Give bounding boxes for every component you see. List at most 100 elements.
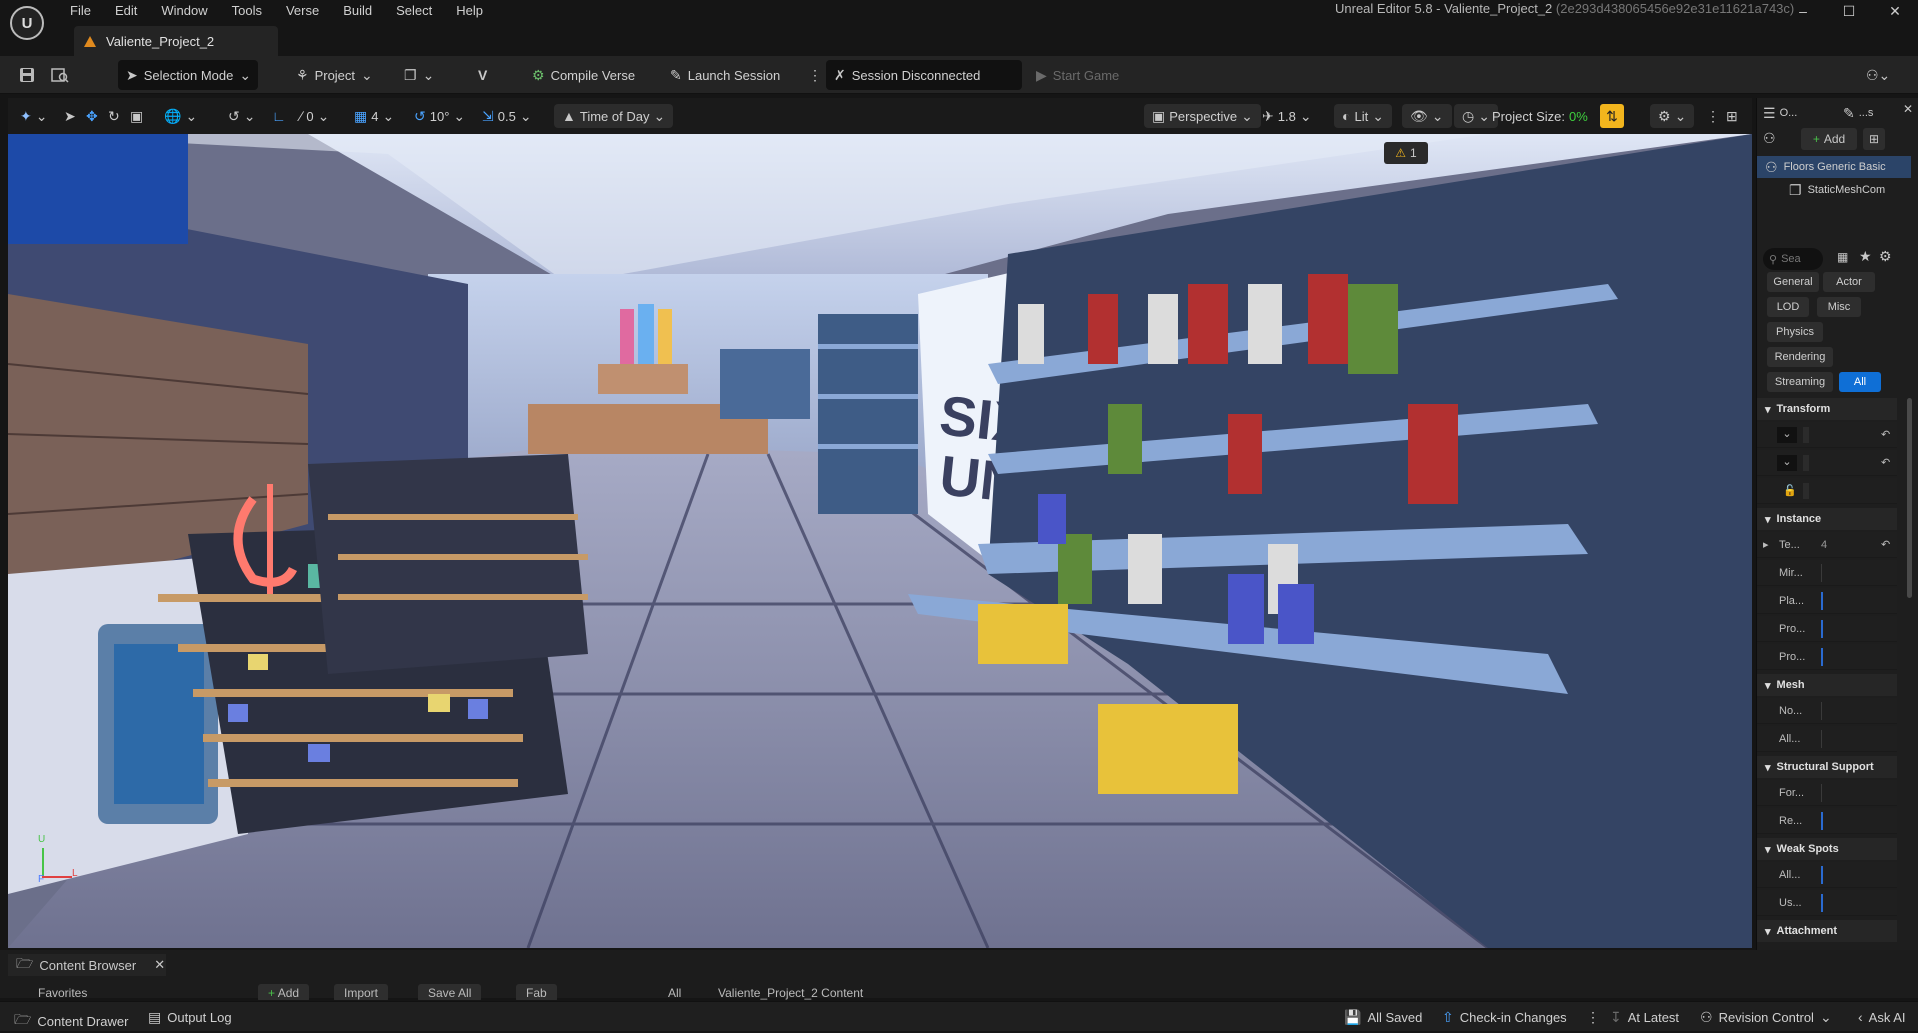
project-dropdown[interactable]: ⚘ Project ⌄: [296, 60, 373, 90]
star-icon[interactable]: ★: [1859, 248, 1872, 265]
viewport-settings-dropdown[interactable]: ⚙ ⌄: [1650, 104, 1695, 128]
camera-speed-dropdown[interactable]: ✈ 1.8 ⌄: [1262, 104, 1312, 128]
cb-save-all-button[interactable]: Save All: [418, 984, 482, 1000]
rotate-tool-icon[interactable]: ↻: [108, 104, 120, 128]
content-browser-tab[interactable]: 🗁 Content Browser ✕: [8, 954, 166, 976]
filter-all[interactable]: All: [1839, 372, 1881, 392]
unreal-logo-icon[interactable]: U: [10, 6, 44, 40]
snap-icon[interactable]: ∟: [272, 104, 286, 128]
details-search-input[interactable]: ⚲ Sea: [1763, 248, 1823, 270]
dropdown-icon[interactable]: ⌄: [1777, 454, 1797, 471]
add-content-dropdown[interactable]: ❐ ⌄: [404, 60, 434, 90]
filter-lod[interactable]: LOD: [1767, 297, 1809, 317]
transform-scale-row[interactable]: 🔓: [1757, 478, 1897, 504]
all-saved-indicator[interactable]: 💾 All Saved: [1344, 1009, 1422, 1026]
weakspot-row[interactable]: All...: [1757, 862, 1897, 888]
maximize-icon[interactable]: ☐: [1826, 0, 1872, 22]
instance-row[interactable]: Pro...: [1757, 616, 1897, 642]
add-component-button[interactable]: + Add: [1801, 128, 1857, 150]
cb-fab-button[interactable]: Fab: [516, 984, 557, 1000]
grid-snap-dropdown[interactable]: ▦ 4 ⌄: [354, 104, 394, 128]
reset-icon[interactable]: ↶: [1881, 428, 1890, 441]
menu-tools[interactable]: Tools: [220, 0, 274, 22]
instance-row[interactable]: Mir...: [1757, 560, 1897, 586]
transform-mode-icon[interactable]: ✦ ⌄: [20, 104, 47, 128]
output-log-button[interactable]: ▤ Output Log: [148, 1009, 232, 1026]
filter-physics[interactable]: Physics: [1767, 322, 1823, 342]
section-structural-support[interactable]: ▾ Structural Support: [1757, 756, 1897, 778]
lock-icon[interactable]: 🔓: [1783, 484, 1797, 497]
more-options-icon[interactable]: ⋮: [1706, 104, 1720, 128]
compile-verse-button[interactable]: ⚙ Compile Verse: [532, 60, 635, 90]
time-of-day-dropdown[interactable]: ▲ Time of Day ⌄: [554, 104, 674, 128]
browse-icon[interactable]: [50, 60, 70, 90]
warnings-badge[interactable]: ⚠ 1: [1384, 142, 1428, 164]
cb-path-project[interactable]: Valiente_Project_2 Content: [718, 986, 863, 1000]
blueprint-icon[interactable]: ⊞: [1863, 128, 1885, 150]
surface-snap-icon[interactable]: ↺ ⌄: [228, 104, 255, 128]
tree-item-floors[interactable]: ⚇ Floors Generic Basic: [1757, 156, 1911, 178]
menu-verse[interactable]: Verse: [274, 0, 331, 22]
section-weak-spots[interactable]: ▾ Weak Spots: [1757, 838, 1897, 860]
menu-edit[interactable]: Edit: [103, 0, 149, 22]
close-panel-icon[interactable]: ✕: [1903, 102, 1913, 116]
project-tab[interactable]: Valiente_Project_2: [74, 26, 278, 56]
ask-ai-button[interactable]: ‹ Ask AI: [1858, 1009, 1906, 1025]
filter-misc[interactable]: Misc: [1817, 297, 1861, 317]
close-icon[interactable]: ✕: [1872, 0, 1918, 22]
start-game-button[interactable]: ▶ Start Game: [1036, 60, 1119, 90]
level-viewport[interactable]: SIX FO UND ⚠ 1 U L F: [8, 134, 1752, 948]
filter-actor[interactable]: Actor: [1823, 272, 1875, 292]
section-attachment[interactable]: ▾ Attachment: [1757, 920, 1897, 942]
outliner-tab-header[interactable]: ☰ O...: [1757, 102, 1918, 124]
at-latest-indicator[interactable]: ↧ At Latest: [1610, 1009, 1679, 1026]
instance-row[interactable]: Pro...: [1757, 644, 1897, 670]
tree-item-staticmesh[interactable]: ❐ StaticMeshCom: [1757, 180, 1918, 200]
show-flags-dropdown[interactable]: 👁 ⌄: [1402, 104, 1452, 128]
session-status[interactable]: ✗ Session Disconnected: [826, 60, 1022, 90]
scale-tool-icon[interactable]: ▣: [130, 104, 143, 128]
structural-row[interactable]: For...: [1757, 780, 1897, 806]
structural-row[interactable]: Re...: [1757, 808, 1897, 834]
instance-row[interactable]: ▸ Te... 4 ↶: [1757, 532, 1897, 558]
transform-rotation-row[interactable]: ⌄ ↶: [1757, 450, 1897, 476]
filter-rendering[interactable]: Rendering: [1767, 347, 1833, 367]
menu-file[interactable]: File: [58, 0, 103, 22]
save-icon[interactable]: [18, 60, 36, 90]
mesh-row[interactable]: No...: [1757, 698, 1897, 724]
revision-control-dropdown[interactable]: ⚇ Revision Control ⌄: [1700, 1009, 1832, 1026]
snap-angle-dropdown[interactable]: ∕ 0 ⌄: [300, 104, 329, 128]
more-options-icon[interactable]: ⋮: [808, 60, 822, 90]
menu-help[interactable]: Help: [444, 0, 495, 22]
selection-mode-dropdown[interactable]: ➤ Selection Mode ⌄: [118, 60, 258, 90]
close-icon[interactable]: ✕: [154, 957, 165, 973]
menu-build[interactable]: Build: [331, 0, 384, 22]
scale-snap-dropdown[interactable]: ⇲ 0.5 ⌄: [482, 104, 532, 128]
section-instance[interactable]: ▾ Instance: [1757, 508, 1897, 530]
cb-add-button[interactable]: + Add: [258, 984, 310, 1000]
perspective-dropdown[interactable]: ▣ Perspective ⌄: [1144, 104, 1261, 128]
launch-session-button[interactable]: ✎ Launch Session: [670, 60, 780, 90]
section-mesh[interactable]: ▾ Mesh: [1757, 674, 1897, 696]
reset-icon[interactable]: ↶: [1881, 456, 1890, 469]
realtime-icon[interactable]: ⇅: [1600, 104, 1624, 128]
select-tool-icon[interactable]: ➤: [64, 104, 76, 128]
details-tab-header[interactable]: ✎ ...s: [1843, 102, 1873, 124]
cb-import-button[interactable]: Import: [334, 984, 389, 1000]
move-tool-icon[interactable]: ✥: [86, 104, 98, 128]
layout-icon[interactable]: ⊞: [1726, 104, 1738, 128]
favorites-label[interactable]: Favorites: [38, 986, 87, 1000]
users-icon[interactable]: ⚇⌄: [1866, 60, 1890, 90]
more-options-icon[interactable]: ⋮: [1586, 1009, 1600, 1026]
cb-path-all[interactable]: All: [668, 986, 681, 1000]
verse-icon[interactable]: V: [478, 60, 487, 90]
check-in-changes-button[interactable]: ⇧ Check-in Changes: [1442, 1009, 1567, 1026]
details-scrollbar[interactable]: [1907, 398, 1912, 598]
weakspot-row[interactable]: Us...: [1757, 890, 1897, 916]
mesh-row[interactable]: All...: [1757, 726, 1897, 752]
lit-dropdown[interactable]: ◐ Lit ⌄: [1334, 104, 1392, 128]
minimize-icon[interactable]: –: [1780, 0, 1826, 22]
dropdown-icon[interactable]: ⌄: [1777, 426, 1797, 443]
filter-streaming[interactable]: Streaming: [1767, 372, 1833, 392]
gear-icon[interactable]: ⚙: [1879, 248, 1892, 265]
